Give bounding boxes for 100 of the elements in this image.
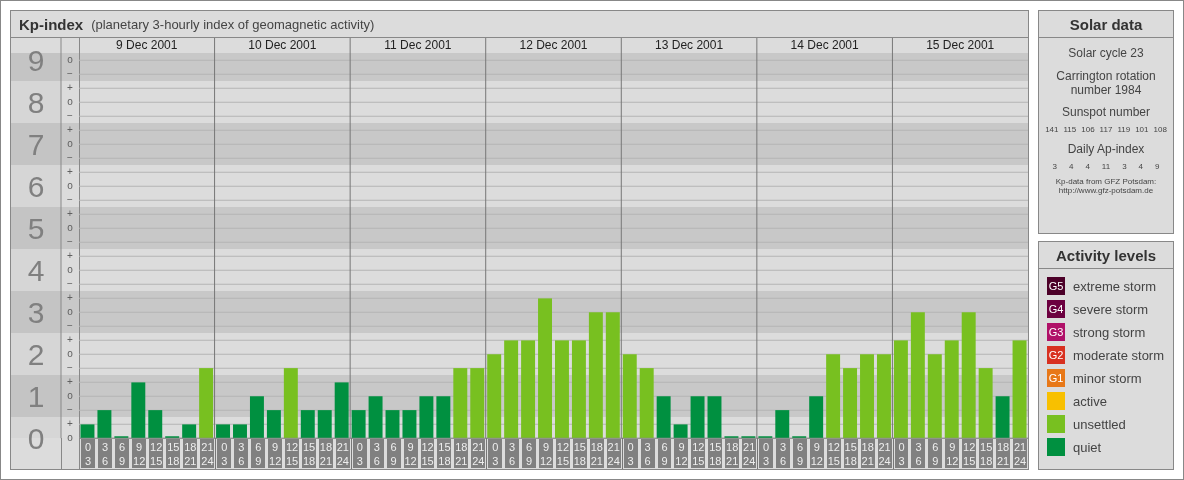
time-slot-label: 21 24 xyxy=(606,439,621,469)
y-minor-label: − xyxy=(67,152,73,164)
ap-index-value: 9 xyxy=(1155,162,1160,171)
time-slot-label: 21 24 xyxy=(742,439,757,469)
time-slot-label: 6 9 xyxy=(251,439,266,469)
sunspot-value: 106 xyxy=(1081,125,1095,135)
time-slot-label: 21 24 xyxy=(200,439,215,469)
time-slot-label: 18 21 xyxy=(454,439,469,469)
time-slot-label: 3 6 xyxy=(911,439,926,469)
panel-title: Activity levels xyxy=(1039,242,1173,269)
legend-swatch: G4 xyxy=(1047,300,1065,318)
y-minor-label: o xyxy=(67,96,73,108)
y-axis-label: 9 xyxy=(27,44,45,78)
data-credit: http://www.gfz-potsdam.de xyxy=(1057,186,1155,196)
sunspot-value: 108 xyxy=(1153,125,1167,135)
time-slot-label: 3 6 xyxy=(776,439,790,469)
time-slot-label: 6 9 xyxy=(657,439,672,469)
y-minor-label: − xyxy=(67,68,73,80)
y-axis-label: 6 xyxy=(27,170,45,204)
legend-swatch: G3 xyxy=(1047,323,1065,341)
time-slot-label: 12 15 xyxy=(826,439,841,469)
y-minor-label: − xyxy=(67,362,73,374)
legend-label: minor storm xyxy=(1073,370,1142,386)
legend-label: quiet xyxy=(1073,439,1102,455)
time-slot-label: 15 18 xyxy=(572,439,587,469)
sunspot-value: 115 xyxy=(1063,125,1077,135)
time-slot-label: 12 15 xyxy=(691,439,706,469)
time-slot-label: 0 3 xyxy=(488,439,503,469)
y-minor-label: o xyxy=(67,306,73,318)
time-slot-label: 12 15 xyxy=(962,439,977,469)
date-label: 15 Dec 2001 xyxy=(926,38,995,52)
time-slot-label: 12 15 xyxy=(556,439,570,469)
time-slot-label: 18 21 xyxy=(860,439,875,469)
time-slot-label: 18 21 xyxy=(319,439,333,469)
time-slot-label: 21 24 xyxy=(335,439,350,469)
y-minor-label: − xyxy=(67,278,73,290)
legend-label: unsettled xyxy=(1073,416,1126,432)
time-slot-label: 15 18 xyxy=(302,439,316,469)
ap-index-value: 3 xyxy=(1122,162,1127,171)
time-slot-label: 9 12 xyxy=(268,439,283,469)
chart-title: Kp-index xyxy=(19,15,84,33)
time-slot-label: 18 21 xyxy=(589,439,604,469)
y-axis-label: 5 xyxy=(27,212,45,246)
legend-label: severe storm xyxy=(1073,301,1149,317)
ap-index-value: 4 xyxy=(1068,162,1074,171)
y-minor-label: + xyxy=(67,418,73,430)
time-slot-label: 21 24 xyxy=(471,439,486,469)
y-minor-label: + xyxy=(67,334,73,346)
y-axis-label: 3 xyxy=(27,296,45,330)
y-axis-label: 2 xyxy=(27,338,45,372)
y-axis-label: 4 xyxy=(27,254,45,288)
time-slot-label: 0 3 xyxy=(217,439,232,469)
date-label: 9 Dec 2001 xyxy=(116,38,178,52)
time-slot-label: 3 6 xyxy=(640,439,655,469)
time-slot-label: 3 6 xyxy=(505,439,520,469)
y-minor-label: + xyxy=(67,208,73,220)
legend-label: active xyxy=(1073,393,1107,409)
time-slot-label: 6 9 xyxy=(115,439,130,469)
y-axis-label: 0 xyxy=(27,422,45,456)
date-label: 10 Dec 2001 xyxy=(248,38,317,52)
y-minor-label: o xyxy=(67,390,73,402)
time-slot-label: 0 3 xyxy=(81,439,96,469)
date-label: 12 Dec 2001 xyxy=(519,38,588,52)
y-minor-label: o xyxy=(67,180,73,192)
time-slot-label: 12 15 xyxy=(285,439,300,469)
time-slot-label: 9 12 xyxy=(809,439,824,469)
y-axis-label: 1 xyxy=(27,380,45,414)
date-label: 13 Dec 2001 xyxy=(655,38,724,52)
carrington-rotation: Carrington rotation number 1984 xyxy=(1056,69,1156,98)
sunspot-value: 119 xyxy=(1117,125,1131,135)
time-slot-label: 0 3 xyxy=(352,439,367,469)
time-slot-label: 6 9 xyxy=(386,439,401,469)
time-slot-label: 18 21 xyxy=(725,439,740,469)
time-slot-label: 15 18 xyxy=(843,439,858,469)
legend-swatch: G1 xyxy=(1047,369,1065,387)
time-slot-label: 0 3 xyxy=(623,439,638,469)
sunspot-value: 117 xyxy=(1099,125,1113,135)
legend-swatch: G2 xyxy=(1047,346,1065,364)
y-minor-label: − xyxy=(67,110,73,122)
time-slot-label: 9 12 xyxy=(132,439,147,469)
time-slot-label: 12 15 xyxy=(420,439,435,469)
time-slot-label: 6 9 xyxy=(522,439,537,469)
time-slot-label: 18 21 xyxy=(183,439,198,469)
y-minor-label: − xyxy=(67,404,73,416)
sunspot-value: 141 xyxy=(1045,125,1059,135)
date-label: 11 Dec 2001 xyxy=(384,38,452,52)
legend-label: moderate storm xyxy=(1073,347,1165,363)
time-slot-label: 0 3 xyxy=(894,439,909,469)
y-minor-label: + xyxy=(67,250,73,262)
legend-label: extreme storm xyxy=(1073,278,1157,294)
time-slot-label: 9 12 xyxy=(945,439,960,469)
time-slot-label: 3 6 xyxy=(98,439,113,469)
y-minor-label: o xyxy=(67,222,73,234)
y-axis-label: 7 xyxy=(27,128,45,162)
ap-index-value: 11 xyxy=(1101,162,1111,171)
time-slot-label: 15 18 xyxy=(166,439,181,469)
chart-subtitle: (planetary 3-hourly index of geomagnetic activity) xyxy=(91,16,375,32)
time-slot-label: 15 18 xyxy=(979,439,994,469)
time-slot-label: 6 9 xyxy=(793,439,807,469)
time-slot-label: 6 9 xyxy=(928,439,943,469)
